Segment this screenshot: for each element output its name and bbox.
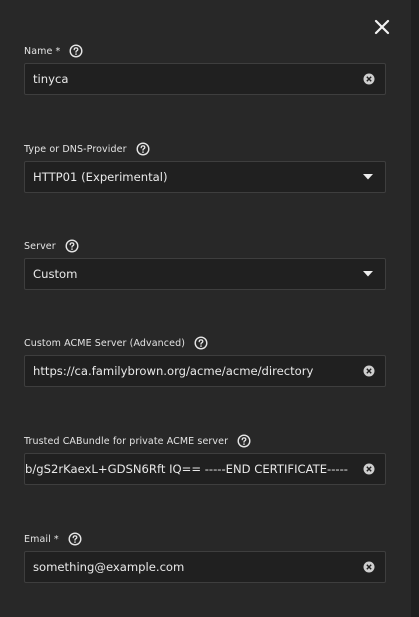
name-required-mark: * [55,45,61,57]
cabundle-textarea[interactable]: b/gS2rKaexL+GDSN6Rft IQ== -----END CERTI… [24,453,386,485]
help-icon[interactable] [69,44,83,58]
name-label: Name [24,45,53,57]
close-icon[interactable] [371,16,393,38]
caret-down-icon[interactable] [363,271,373,277]
server-label: Server [24,240,56,252]
name-input[interactable]: tinyca [24,63,386,95]
type-label-row: Type or DNS-Provider [24,141,386,157]
help-icon[interactable] [237,434,251,448]
scrollbar-track[interactable] [411,0,419,617]
caret-down-icon[interactable] [363,174,373,180]
custom-acme-label: Custom ACME Server (Advanced) [24,337,186,349]
server-label-row: Server [24,238,386,254]
server-select[interactable]: Custom [24,258,386,290]
help-icon[interactable] [65,239,79,253]
custom-acme-field: Custom ACME Server (Advanced) https://ca… [24,335,386,387]
type-select[interactable]: HTTP01 (Experimental) [24,161,386,193]
clear-icon[interactable] [363,561,375,573]
email-input[interactable]: something@example.com [24,551,386,583]
clear-icon[interactable] [363,365,375,377]
custom-acme-input[interactable]: https://ca.familybrown.org/acme/acme/dir… [24,355,386,387]
email-label: Email [24,533,51,545]
help-icon[interactable] [136,142,150,156]
name-field: Name * tinyca [24,43,386,95]
name-label-row: Name * [24,43,386,59]
dialog-panel: Name * tinyca Type or DNS-Provider HTTP0… [0,0,419,617]
name-input-value: tinyca [33,72,69,86]
help-icon[interactable] [194,336,208,350]
cabundle-label: Trusted CABundle for private ACME server [24,435,229,447]
clear-icon[interactable] [363,73,375,85]
server-select-value: Custom [33,267,78,281]
email-field: Email * something@example.com [24,531,386,583]
type-label: Type or DNS-Provider [24,143,127,155]
type-select-value: HTTP01 (Experimental) [33,170,168,184]
help-icon[interactable] [68,532,82,546]
type-field: Type or DNS-Provider HTTP01 (Experimenta… [24,141,386,193]
email-required-mark: * [53,533,59,545]
email-label-row: Email * [24,531,386,547]
clear-icon[interactable] [363,463,375,475]
custom-acme-label-row: Custom ACME Server (Advanced) [24,335,386,351]
cabundle-field: Trusted CABundle for private ACME server… [24,433,386,485]
custom-acme-input-value: https://ca.familybrown.org/acme/acme/dir… [33,364,314,378]
cabundle-value-text: b/gS2rKaexL+GDSN6Rft IQ== -----END CERTI… [25,462,348,476]
server-field: Server Custom [24,238,386,290]
email-input-value: something@example.com [33,560,185,574]
cabundle-label-row: Trusted CABundle for private ACME server [24,433,386,449]
cabundle-textarea-value: b/gS2rKaexL+GDSN6Rft IQ== -----END CERTI… [25,454,351,484]
